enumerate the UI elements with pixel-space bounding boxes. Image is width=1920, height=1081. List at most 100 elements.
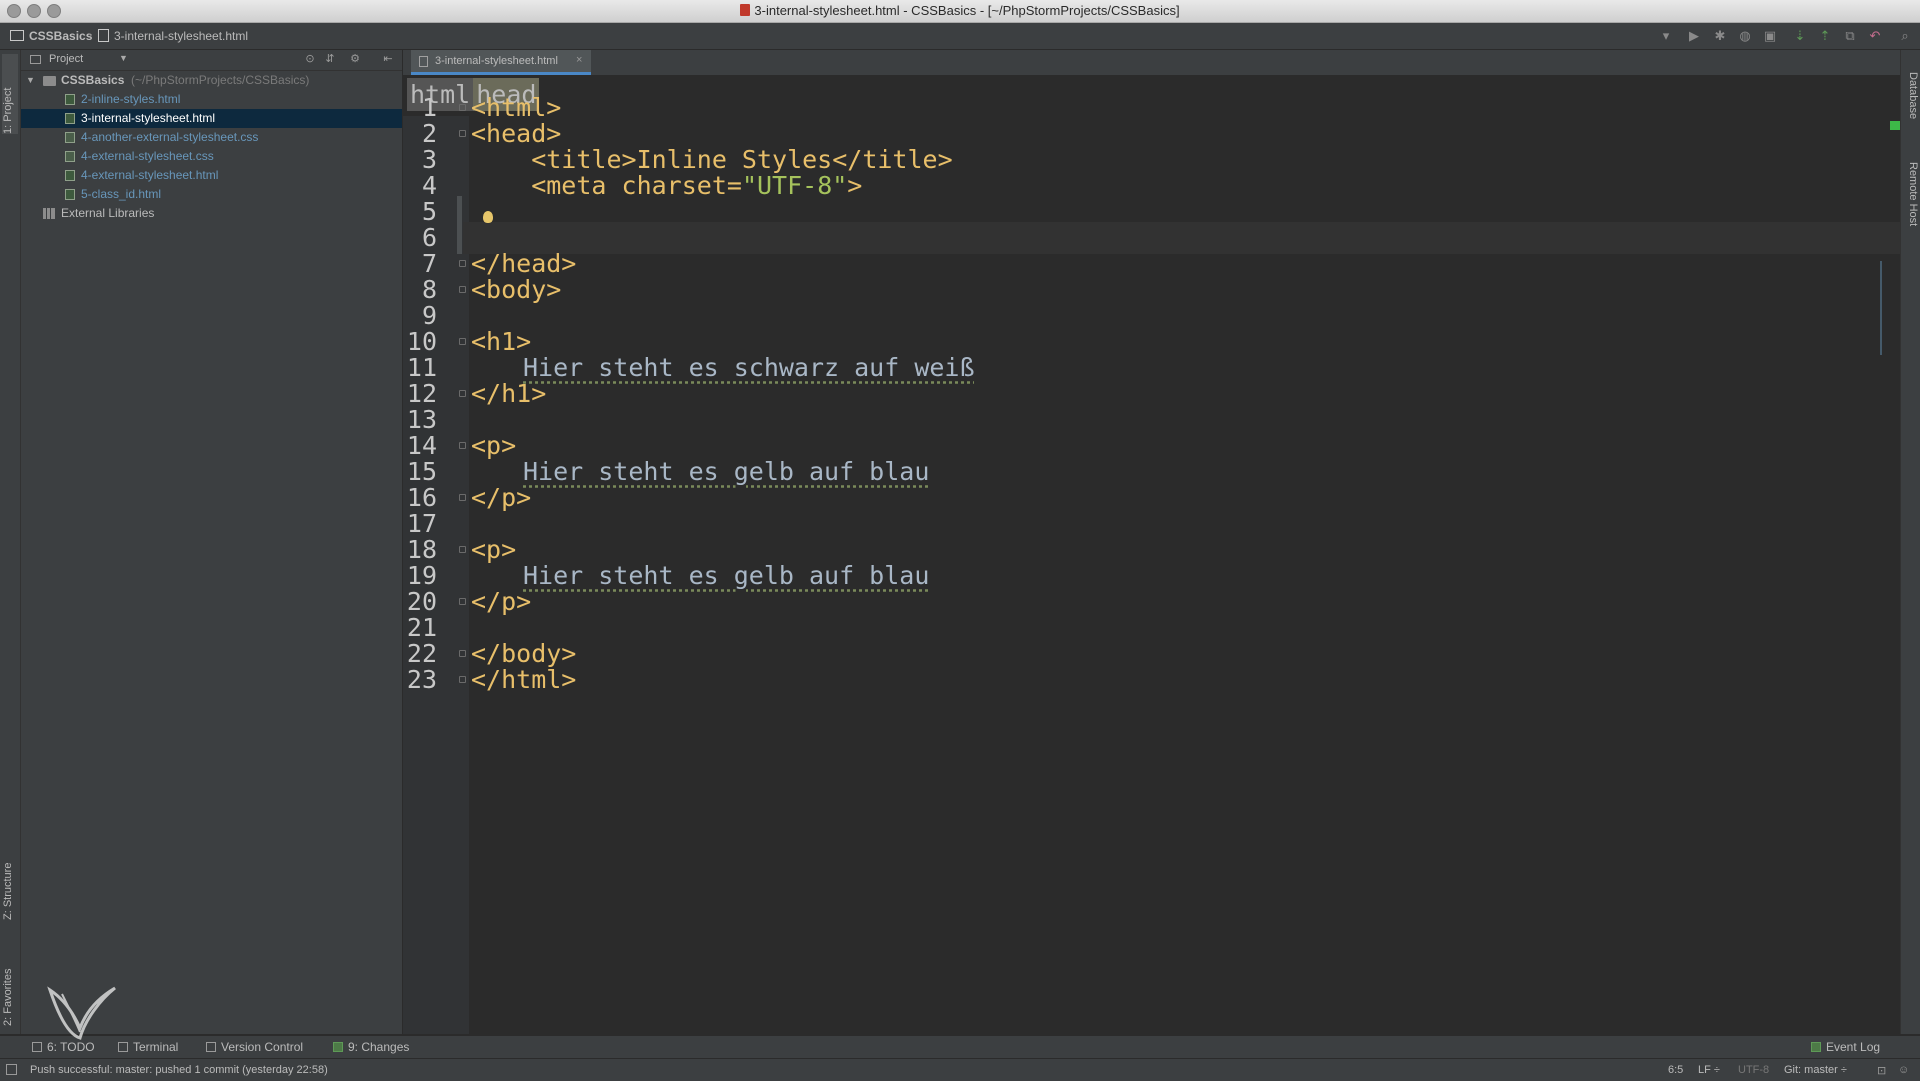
scroll-from-source-icon[interactable]: ⊙ xyxy=(303,52,317,66)
chevron-down-icon[interactable]: ▼ xyxy=(119,53,128,63)
code-line-23: </html> xyxy=(471,665,577,694)
gear-icon[interactable]: ⚙ xyxy=(348,52,362,66)
fold-marker-icon[interactable] xyxy=(459,546,466,553)
version-control-icon xyxy=(206,1042,216,1052)
code-line-14: <p> xyxy=(471,431,517,460)
line-number: 23 xyxy=(406,665,437,694)
folder-icon xyxy=(43,76,56,86)
status-message[interactable]: Push successful: master: pushed 1 commit… xyxy=(30,1064,328,1076)
inspection-status-icon[interactable] xyxy=(1890,121,1900,130)
scroll-marker[interactable] xyxy=(1880,261,1882,355)
fold-marker-icon[interactable] xyxy=(459,442,466,449)
tree-file-item[interactable]: 4-external-stylesheet.html xyxy=(21,166,402,185)
tab-project[interactable]: 1: Project xyxy=(2,54,18,134)
terminal-button[interactable]: Terminal xyxy=(118,1040,178,1054)
vcs-update-icon[interactable]: ⇣ xyxy=(1792,28,1808,44)
expand-arrow-icon[interactable]: ▼ xyxy=(26,71,35,90)
hide-panel-icon[interactable]: ⇤ xyxy=(381,52,395,66)
library-icon xyxy=(43,208,55,219)
html-file-icon xyxy=(65,94,75,105)
tab-3-internal-stylesheet[interactable]: 3-internal-stylesheet.html × xyxy=(411,50,591,75)
nav-crumb-file[interactable]: 3-internal-stylesheet.html xyxy=(98,29,248,43)
navigation-bar: CSSBasics › 3-internal-stylesheet.html ▾… xyxy=(0,23,1920,50)
encoding-selector[interactable]: UTF-8 xyxy=(1738,1064,1769,1076)
tree-file-item[interactable]: 2-inline-styles.html xyxy=(21,90,402,109)
search-everywhere-icon[interactable]: ⌕ xyxy=(1897,28,1913,44)
changes-icon xyxy=(333,1042,343,1052)
tab-structure[interactable]: Z: Structure xyxy=(2,840,18,920)
status-bar: Push successful: master: pushed 1 commit… xyxy=(0,1058,1920,1081)
project-panel-header: Project ▼ ⊙ ⇵ ⚙ ⇤ xyxy=(21,50,402,71)
html-file-icon xyxy=(740,4,751,16)
css-file-icon xyxy=(65,132,75,143)
tree-file-item[interactable]: 4-another-external-stylesheet.css xyxy=(21,128,402,147)
coverage-icon[interactable]: ▣ xyxy=(1762,28,1778,44)
code-line-12: </h1> xyxy=(471,379,547,408)
terminal-icon xyxy=(118,1042,128,1052)
close-icon[interactable]: × xyxy=(576,54,582,66)
fold-marker-icon[interactable] xyxy=(459,260,466,267)
chevron-right-icon: › xyxy=(88,28,92,42)
title-bar: 3-internal-stylesheet.html - CSSBasics -… xyxy=(0,0,1920,23)
tree-external-libraries[interactable]: External Libraries xyxy=(21,204,402,223)
project-view-label[interactable]: Project xyxy=(49,53,83,65)
editor-tab-bar: 3-internal-stylesheet.html × xyxy=(403,50,1900,76)
left-tool-stripe: 1: Project Z: Structure 2: Favorites xyxy=(0,50,21,1034)
code-line-19: Hier steht es gelb auf blau xyxy=(523,561,930,590)
file-icon xyxy=(98,29,109,42)
hector-icon[interactable]: ☺ xyxy=(1898,1064,1909,1076)
tab-remote-host[interactable]: Remote Host xyxy=(1903,162,1919,226)
fold-marker-icon[interactable] xyxy=(459,104,466,111)
nav-crumb-project[interactable]: CSSBasics xyxy=(10,29,92,43)
fold-marker-icon[interactable] xyxy=(459,286,466,293)
code-line-15: Hier steht es gelb auf blau xyxy=(523,457,930,486)
vcs-commit-icon[interactable]: ⇡ xyxy=(1817,28,1833,44)
lightbulb-icon[interactable] xyxy=(483,211,493,223)
undo-icon[interactable]: ↶ xyxy=(1867,28,1883,44)
caret-position[interactable]: 6:5 xyxy=(1668,1064,1683,1076)
code-editor[interactable]: html head 1 2 3 4 5 6 7 8 9 10 11 12 13 1… xyxy=(403,76,1900,1034)
fold-marker-icon[interactable] xyxy=(459,130,466,137)
tree-root-folder[interactable]: ▼ CSSBasics (~/PhpStormProjects/CSSBasic… xyxy=(21,71,402,90)
code-line-20: </p> xyxy=(471,587,532,616)
debug-icon[interactable]: ✱ xyxy=(1712,28,1728,44)
fold-marker-icon[interactable] xyxy=(459,390,466,397)
fold-marker-icon[interactable] xyxy=(459,650,466,657)
line-separator-selector[interactable]: LF ÷ xyxy=(1698,1064,1720,1076)
run-config-dropdown-icon[interactable]: ▾ xyxy=(1658,28,1674,44)
listen-debug-icon[interactable]: ◍ xyxy=(1737,28,1753,44)
vcs-compare-icon[interactable]: ⧉ xyxy=(1842,28,1858,44)
tab-database[interactable]: Database xyxy=(1903,72,1919,119)
lock-icon[interactable]: ⊡ xyxy=(1877,1064,1886,1077)
change-marker[interactable] xyxy=(457,196,462,254)
tab-favorites[interactable]: 2: Favorites xyxy=(2,946,18,1026)
project-tree: ▼ CSSBasics (~/PhpStormProjects/CSSBasic… xyxy=(21,71,402,223)
todo-button[interactable]: 6: TODO xyxy=(32,1040,95,1054)
tree-file-item-selected[interactable]: 3-internal-stylesheet.html xyxy=(21,109,402,128)
event-log-button[interactable]: Event Log xyxy=(1811,1040,1880,1054)
right-tool-stripe: Database Remote Host xyxy=(1900,50,1920,1034)
html-file-icon xyxy=(65,113,75,124)
folder-icon xyxy=(10,30,24,41)
collapse-all-icon[interactable]: ⇵ xyxy=(323,52,337,66)
fold-marker-icon[interactable] xyxy=(459,598,466,605)
run-icon[interactable]: ▶ xyxy=(1686,28,1702,44)
changes-button[interactable]: 9: Changes xyxy=(333,1040,409,1054)
fold-marker-icon[interactable] xyxy=(459,494,466,501)
git-branch-selector[interactable]: Git: master ÷ xyxy=(1784,1064,1847,1076)
window-title: 3-internal-stylesheet.html - CSSBasics -… xyxy=(754,3,1180,18)
code-line-11: Hier steht es schwarz auf weiß xyxy=(523,353,975,382)
fold-marker-icon[interactable] xyxy=(459,338,466,345)
toggle-tool-windows-icon[interactable] xyxy=(6,1064,17,1075)
tree-file-item[interactable]: 5-class_id.html xyxy=(21,185,402,204)
fold-marker-icon[interactable] xyxy=(459,676,466,683)
project-panel: Project ▼ ⊙ ⇵ ⚙ ⇤ ▼ CSSBasics (~/PhpStor… xyxy=(21,50,403,1034)
watermark-logo xyxy=(47,986,116,1040)
html-file-icon xyxy=(65,170,75,181)
tree-file-item[interactable]: 4-external-stylesheet.css xyxy=(21,147,402,166)
html-file-icon xyxy=(419,56,428,67)
version-control-button[interactable]: Version Control xyxy=(206,1040,303,1054)
event-log-icon xyxy=(1811,1042,1821,1052)
todo-icon xyxy=(32,1042,42,1052)
code-line-8: <body> xyxy=(471,275,562,304)
